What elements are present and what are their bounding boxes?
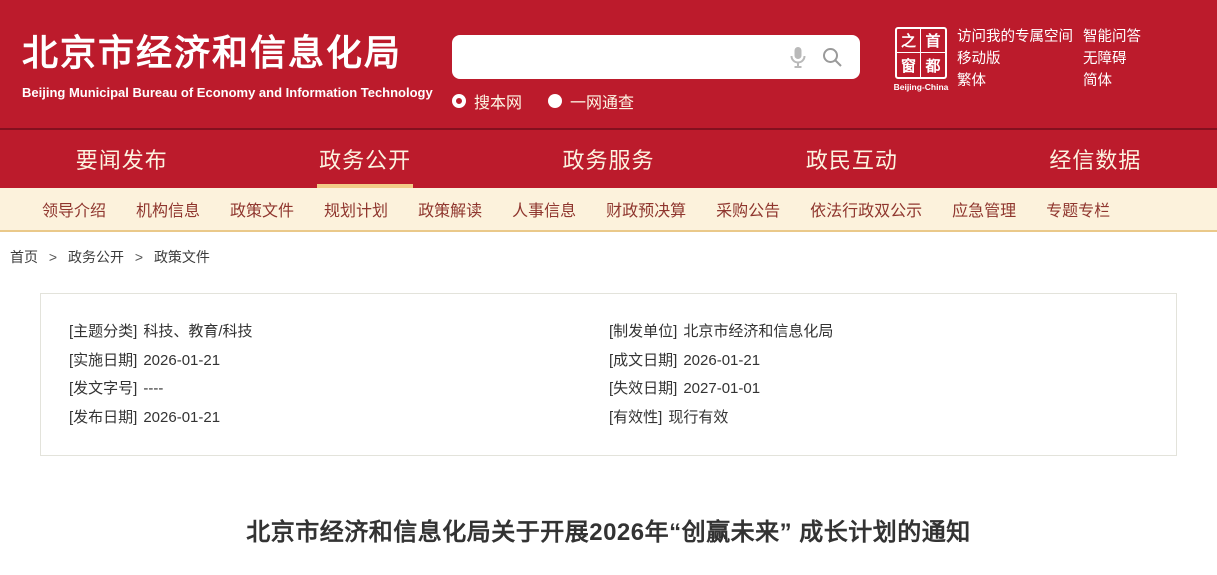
meta-implementation-date: [实施日期] 2026-01-21 [69,353,609,368]
subnav-item-leaders[interactable]: 领导介绍 [27,197,121,221]
document-title: 北京市经济和信息化局关于开展2026年“创赢未来” 成长计划的通知 [0,512,1217,547]
link-simplified-chinese[interactable]: 简体 [1083,74,1141,89]
nav-item-gov-services[interactable]: 政务服务 [487,130,730,188]
quick-links-column-1: 访问我的专属空间 移动版 繁体 [957,30,1073,96]
search-scope-site[interactable]: 搜本网 [452,89,522,113]
capital-window-logo-grid: 之 首 窗 都 [895,27,947,79]
logo-caption: Beijing-China [893,82,949,92]
link-my-space[interactable]: 访问我的专属空间 [957,30,1073,45]
meta-label: [发布日期] [69,409,137,426]
capital-window-logo[interactable]: 之 首 窗 都 Beijing-China [893,27,949,92]
nav-item-economic-data[interactable]: 经信数据 [974,130,1217,188]
meta-label: [成文日期] [609,352,677,369]
nav-item-gov-disclosure[interactable]: 政务公开 [243,130,486,188]
page: 北京市经济和信息化局 Beijing Municipal Bureau of E… [0,0,1217,575]
subnav-item-fiscal-budget[interactable]: 财政预决算 [591,197,701,221]
nav-item-news[interactable]: 要闻发布 [0,130,243,188]
search-scope-row: 搜本网 一网通查 [452,89,860,113]
subnav-item-policy-interpretation[interactable]: 政策解读 [403,197,497,221]
subnav-item-personnel[interactable]: 人事信息 [497,197,591,221]
subnav-item-planning[interactable]: 规划计划 [309,197,403,221]
subnav-item-policy-documents[interactable]: 政策文件 [215,197,309,221]
breadcrumb-home[interactable]: 首页 [10,249,38,265]
meta-value: 2027-01-01 [683,380,760,397]
logo-char: 首 [921,29,945,53]
meta-label: [制发单位] [609,323,677,340]
meta-value: 科技、教育/科技 [143,323,252,340]
radio-selected-icon [452,94,466,108]
subnav-item-admin-disclosure[interactable]: 依法行政双公示 [795,197,937,221]
meta-issuing-agency: [制发单位] 北京市经济和信息化局 [609,324,833,339]
meta-value: 2026-01-21 [683,352,760,369]
site-brand: 北京市经济和信息化局 Beijing Municipal Bureau of E… [22,24,433,100]
search-icon[interactable] [821,46,843,68]
search-scope-network[interactable]: 一网通查 [548,89,634,113]
link-traditional-chinese[interactable]: 繁体 [957,74,1073,89]
site-header: 北京市经济和信息化局 Beijing Municipal Bureau of E… [0,0,1217,128]
link-smart-qa[interactable]: 智能问答 [1083,30,1141,45]
link-mobile-version[interactable]: 移动版 [957,52,1073,67]
document-metadata-box: [主题分类] 科技、教育/科技 [实施日期] 2026-01-21 [发文字号] --… [40,293,1177,456]
main-nav: 要闻发布 政务公开 政务服务 政民互动 经信数据 [0,128,1217,188]
logo-char: 之 [897,29,921,53]
breadcrumb-separator: > [49,249,57,265]
search-scope-network-label: 一网通查 [570,89,634,113]
nav-item-label: 政务服务 [563,143,655,175]
nav-item-public-interaction[interactable]: 政民互动 [730,130,973,188]
metadata-left-column: [主题分类] 科技、教育/科技 [实施日期] 2026-01-21 [发文字号] --… [69,324,609,455]
search-box [452,35,860,79]
meta-label: [发文字号] [69,380,137,397]
link-accessibility[interactable]: 无障碍 [1083,52,1141,67]
breadcrumb-policy-documents[interactable]: 政策文件 [154,249,210,265]
meta-value: 北京市经济和信息化局 [683,323,833,340]
meta-publish-date: [发布日期] 2026-01-21 [69,410,609,425]
meta-written-date: [成文日期] 2026-01-21 [609,353,833,368]
site-subtitle: Beijing Municipal Bureau of Economy and … [22,85,433,100]
meta-label: [失效日期] [609,380,677,397]
breadcrumb: 首页 > 政务公开 > 政策文件 [10,247,210,267]
meta-label: [有效性] [609,409,662,426]
search-scope-site-label: 搜本网 [474,89,522,113]
nav-item-label: 要闻发布 [76,143,168,175]
breadcrumb-separator: > [135,249,143,265]
breadcrumb-gov-disclosure[interactable]: 政务公开 [68,249,124,265]
meta-value: 2026-01-21 [143,409,220,426]
nav-item-label: 经信数据 [1049,143,1141,175]
logo-char: 都 [921,53,945,77]
meta-document-number: [发文字号] ---- [69,381,609,396]
subnav-item-special-columns[interactable]: 专题专栏 [1031,197,1125,221]
search-area: 搜本网 一网通查 [452,35,860,113]
meta-value: 现行有效 [668,409,728,426]
meta-value: ---- [143,380,163,397]
radio-icon [548,94,562,108]
subnav-item-emergency[interactable]: 应急管理 [937,197,1031,221]
meta-label: [主题分类] [69,323,137,340]
nav-item-label: 政民互动 [806,143,898,175]
logo-char: 窗 [897,53,921,77]
meta-topic-category: [主题分类] 科技、教育/科技 [69,324,609,339]
meta-value: 2026-01-21 [143,352,220,369]
meta-expiry-date: [失效日期] 2027-01-01 [609,381,833,396]
meta-validity: [有效性] 现行有效 [609,410,833,425]
subnav-item-procurement[interactable]: 采购公告 [701,197,795,221]
sub-nav: 领导介绍 机构信息 政策文件 规划计划 政策解读 人事信息 财政预决算 采购公告… [0,188,1217,232]
metadata-right-column: [制发单位] 北京市经济和信息化局 [成文日期] 2026-01-21 [失效日期]… [609,324,833,455]
site-title: 北京市经济和信息化局 [22,24,433,76]
quick-links-column-2: 智能问答 无障碍 简体 [1083,30,1141,96]
nav-item-label: 政务公开 [319,143,411,175]
microphone-icon[interactable] [788,46,808,68]
subnav-item-org-info[interactable]: 机构信息 [121,197,215,221]
meta-label: [实施日期] [69,352,137,369]
